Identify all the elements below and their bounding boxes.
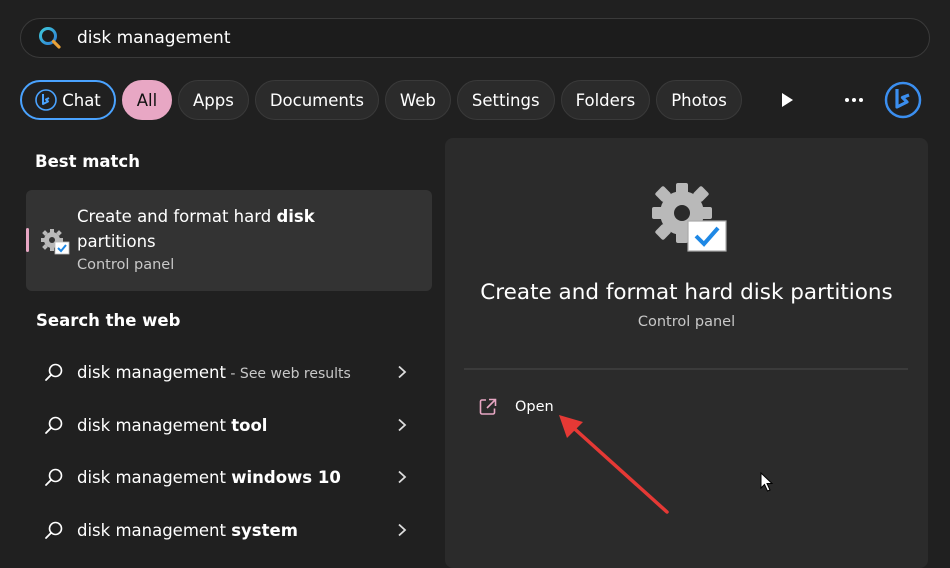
detail-subtitle: Control panel — [637, 314, 736, 330]
tab-web[interactable]: Web — [384, 80, 451, 120]
web-result-3[interactable]: disk management windows 10 — [26, 452, 432, 502]
search-icon — [45, 416, 63, 434]
chevron-right-icon — [398, 523, 407, 537]
chevron-right-icon — [398, 418, 407, 432]
tab-all[interactable]: All — [122, 80, 172, 120]
gear-check-icon — [41, 229, 70, 255]
annotation-arrow — [559, 415, 669, 514]
search-icon — [39, 27, 61, 49]
gear-check-icon — [652, 183, 727, 252]
web-result-label: disk management system — [77, 520, 298, 540]
search-icon — [45, 363, 63, 381]
web-result-1[interactable]: disk management - See web results — [26, 347, 432, 397]
detail-pane: Create and format hard disk partitions C… — [445, 138, 928, 568]
chat-label: Chat — [62, 90, 101, 110]
mouse-cursor-icon — [760, 472, 774, 492]
web-result-4[interactable]: disk management system — [26, 505, 432, 555]
chevron-right-icon — [398, 365, 407, 379]
divider — [464, 368, 908, 370]
selection-indicator — [26, 228, 29, 252]
external-link-icon — [479, 398, 497, 415]
tab-documents[interactable]: Documents — [254, 80, 379, 120]
tab-photos[interactable]: Photos — [656, 80, 742, 120]
search-web-heading: Search the web — [36, 311, 181, 330]
more-options-button[interactable] — [840, 88, 868, 112]
play-icon — [782, 93, 793, 107]
chevron-right-icon — [398, 470, 407, 484]
web-result-2[interactable]: disk management tool — [26, 400, 432, 450]
search-box[interactable] — [20, 18, 930, 58]
search-input[interactable] — [75, 27, 929, 49]
tab-folders[interactable]: Folders — [560, 80, 651, 120]
bing-chat-icon — [35, 89, 58, 111]
bing-icon[interactable] — [883, 80, 923, 120]
search-icon — [45, 521, 63, 539]
tab-apps[interactable]: Apps — [178, 80, 249, 120]
filter-bar: Chat All Apps Documents Web Settings Fol… — [20, 79, 748, 121]
web-result-label: disk management tool — [77, 415, 268, 435]
best-match-subtitle: Control panel — [77, 257, 175, 273]
open-label: Open — [515, 399, 554, 415]
web-result-label: disk management - See web results — [77, 362, 351, 382]
play-button[interactable] — [775, 88, 799, 112]
more-dots-icon — [845, 98, 863, 102]
detail-title: Create and format hard disk partitions — [480, 280, 893, 305]
open-button[interactable]: Open — [478, 395, 554, 419]
best-match-title: Create and format hard disk partitions — [77, 207, 315, 251]
search-icon — [45, 468, 63, 486]
best-match-result[interactable]: Create and format hard disk partitions C… — [26, 190, 432, 291]
tab-settings[interactable]: Settings — [456, 80, 555, 120]
best-match-heading: Best match — [35, 152, 140, 171]
web-result-label: disk management windows 10 — [77, 467, 341, 487]
chat-button[interactable]: Chat — [20, 80, 116, 120]
